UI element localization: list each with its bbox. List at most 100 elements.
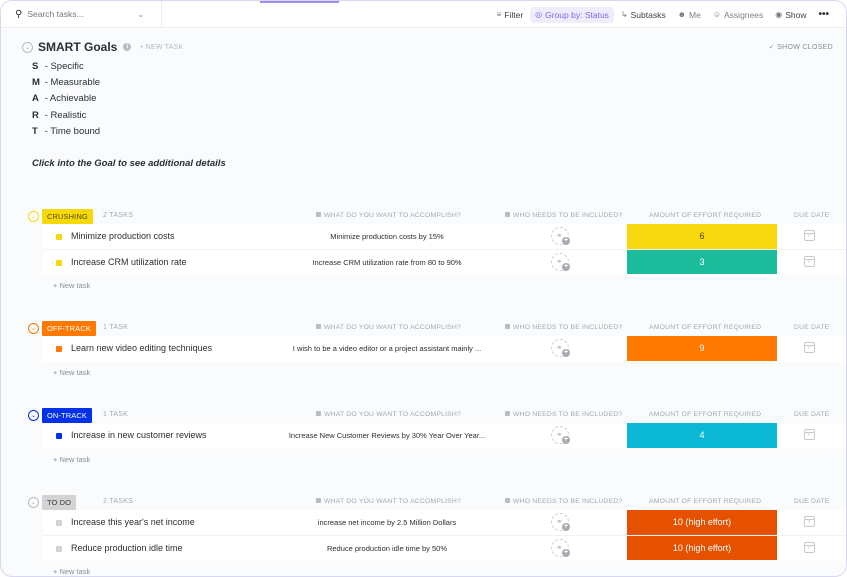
search-box[interactable]: ⚲ ⌄	[1, 1, 162, 28]
column-header-what[interactable]: WHAT DO YOU WANT TO ACCOMPLISH?	[316, 212, 461, 219]
column-header-effort[interactable]: AMOUNT OF EFFORT REQUIRED	[649, 324, 761, 331]
effort-field[interactable]: 10 (high effort)	[627, 510, 777, 535]
column-label: WHO NEEDS TO BE INCLUDED?	[513, 324, 623, 331]
calendar-icon[interactable]	[804, 541, 815, 553]
plus-icon: +	[562, 436, 570, 444]
add-person-icon[interactable]: ⚭ +	[551, 252, 570, 271]
status-indicator[interactable]	[56, 545, 62, 552]
more-options-button[interactable]: •••	[813, 6, 834, 23]
collapse-group-icon[interactable]: ⌄	[28, 211, 39, 222]
task-name[interactable]: Increase in new customer reviews	[71, 430, 207, 440]
task-name[interactable]: Reduce production idle time	[71, 543, 183, 553]
task-row[interactable]: Learn new video editing techniques I wish…	[43, 336, 846, 362]
column-header-who[interactable]: WHO NEEDS TO BE INCLUDED?	[505, 411, 622, 418]
status-badge[interactable]: CRUSHING	[42, 209, 93, 224]
column-header-due-date[interactable]: DUE DATE	[794, 498, 829, 505]
effort-field[interactable]: 9	[627, 336, 777, 361]
effort-field[interactable]: 6	[627, 224, 777, 249]
list-description: S - Specific M - Measurable A - Achievab…	[32, 61, 100, 142]
column-header-effort[interactable]: AMOUNT OF EFFORT REQUIRED	[649, 212, 761, 219]
status-indicator[interactable]	[56, 433, 62, 439]
calendar-icon[interactable]	[804, 255, 815, 267]
effort-field[interactable]: 10 (high effort)	[627, 535, 777, 560]
description-text: - Realistic	[44, 109, 87, 121]
collapse-group-icon[interactable]: ⌄	[28, 410, 39, 421]
add-person-icon[interactable]: ⚭ +	[551, 339, 570, 357]
add-new-task-link[interactable]: + New task	[53, 281, 90, 290]
task-accomplish-field[interactable]: Reduce production idle time by 50%	[267, 544, 507, 553]
add-person-icon[interactable]: ⚭ +	[551, 538, 570, 557]
add-person-icon[interactable]: ⚭ +	[551, 513, 570, 531]
column-header-effort[interactable]: AMOUNT OF EFFORT REQUIRED	[649, 498, 761, 505]
column-header-effort[interactable]: AMOUNT OF EFFORT REQUIRED	[649, 411, 761, 418]
subtasks-icon: ↳	[620, 10, 628, 19]
description-line: A - Achievable	[32, 93, 100, 109]
column-header-what[interactable]: WHAT DO YOU WANT TO ACCOMPLISH?	[316, 324, 461, 331]
add-person-icon[interactable]: ⚭ +	[551, 426, 570, 444]
collapse-list-icon[interactable]: ⌄	[22, 41, 33, 53]
task-accomplish-field[interactable]: Increase CRM utilization rate from 80 to…	[267, 258, 507, 267]
task-row[interactable]: Increase this year's net income increase …	[43, 510, 846, 536]
new-task-button[interactable]: + NEW TASK	[139, 44, 183, 51]
description-line: M - Measurable	[32, 77, 100, 93]
column-label: WHAT DO YOU WANT TO ACCOMPLISH?	[324, 498, 461, 505]
collapse-group-icon[interactable]: ⌄	[28, 323, 39, 334]
status-badge[interactable]: ON-TRACK	[42, 408, 92, 423]
text-field-icon	[505, 324, 510, 329]
info-icon[interactable]: i	[123, 43, 132, 51]
description-line: S - Specific	[32, 61, 100, 77]
add-new-task-link[interactable]: + New task	[53, 567, 90, 576]
group-by-button[interactable]: ◎ Group by: Status	[530, 6, 614, 23]
effort-field[interactable]: 3	[627, 249, 777, 274]
chevron-down-icon[interactable]: ⌄	[137, 10, 144, 19]
show-closed-toggle[interactable]: ✓ SHOW CLOSED	[769, 43, 833, 51]
task-row[interactable]: Increase in new customer reviews Increase…	[43, 423, 846, 449]
letter: M	[32, 77, 40, 89]
search-input[interactable]	[27, 9, 138, 19]
status-indicator[interactable]	[56, 259, 62, 266]
column-header-who[interactable]: WHO NEEDS TO BE INCLUDED?	[505, 324, 622, 331]
me-button[interactable]: ☻ Me	[673, 7, 706, 23]
status-badge[interactable]: TO DO	[42, 495, 77, 510]
column-header-due-date[interactable]: DUE DATE	[794, 212, 829, 219]
collapse-group-icon[interactable]: ⌄	[28, 497, 39, 508]
column-header-who[interactable]: WHO NEEDS TO BE INCLUDED?	[505, 212, 622, 219]
add-person-icon[interactable]: ⚭ +	[551, 227, 570, 245]
column-header-due-date[interactable]: DUE DATE	[794, 411, 829, 418]
effort-field[interactable]: 4	[627, 423, 777, 448]
task-row[interactable]: Increase CRM utilization rate Increase CR…	[43, 249, 846, 276]
task-accomplish-field[interactable]: I wish to be a video editor or a project…	[267, 344, 507, 353]
users-icon: ☺	[712, 10, 722, 19]
search-icon: ⚲	[15, 8, 23, 20]
task-name[interactable]: Increase this year's net income	[71, 517, 195, 527]
subtasks-button[interactable]: ↳ Subtasks	[616, 7, 671, 23]
show-label: Show	[785, 9, 807, 20]
status-indicator[interactable]	[56, 346, 62, 352]
task-row[interactable]: Reduce production idle time Reduce produc…	[43, 535, 846, 562]
task-accomplish-field[interactable]: Increase New Customer Reviews by 30% Yea…	[267, 431, 507, 440]
calendar-icon[interactable]	[804, 342, 815, 353]
calendar-icon[interactable]	[804, 429, 815, 440]
add-new-task-link[interactable]: + New task	[53, 368, 90, 377]
status-indicator[interactable]	[56, 520, 62, 526]
column-header-due-date[interactable]: DUE DATE	[794, 324, 829, 331]
column-header-who[interactable]: WHO NEEDS TO BE INCLUDED?	[505, 498, 622, 505]
filter-button[interactable]: ≡ Filter	[492, 7, 529, 23]
task-name[interactable]: Increase CRM utilization rate	[71, 257, 187, 267]
letter: R	[32, 109, 39, 121]
task-accomplish-field[interactable]: Minimize production costs by 15%	[267, 232, 507, 241]
task-row[interactable]: Minimize production costs Minimize produc…	[43, 224, 846, 250]
task-name[interactable]: Learn new video editing techniques	[71, 343, 212, 353]
status-indicator[interactable]	[56, 234, 62, 240]
plus-icon: +	[562, 349, 570, 357]
calendar-icon[interactable]	[804, 516, 815, 527]
add-new-task-link[interactable]: + New task	[53, 455, 90, 464]
status-badge[interactable]: OFF-TRACK	[42, 321, 96, 336]
task-name[interactable]: Minimize production costs	[71, 231, 175, 241]
assignees-button[interactable]: ☺ Assignees	[708, 7, 768, 23]
column-header-what[interactable]: WHAT DO YOU WANT TO ACCOMPLISH?	[316, 498, 461, 505]
task-accomplish-field[interactable]: increase net income by 2.5 Million Dolla…	[267, 518, 507, 527]
show-button[interactable]: ◉ Show	[770, 7, 811, 23]
calendar-icon[interactable]	[804, 230, 815, 241]
column-header-what[interactable]: WHAT DO YOU WANT TO ACCOMPLISH?	[316, 411, 461, 418]
